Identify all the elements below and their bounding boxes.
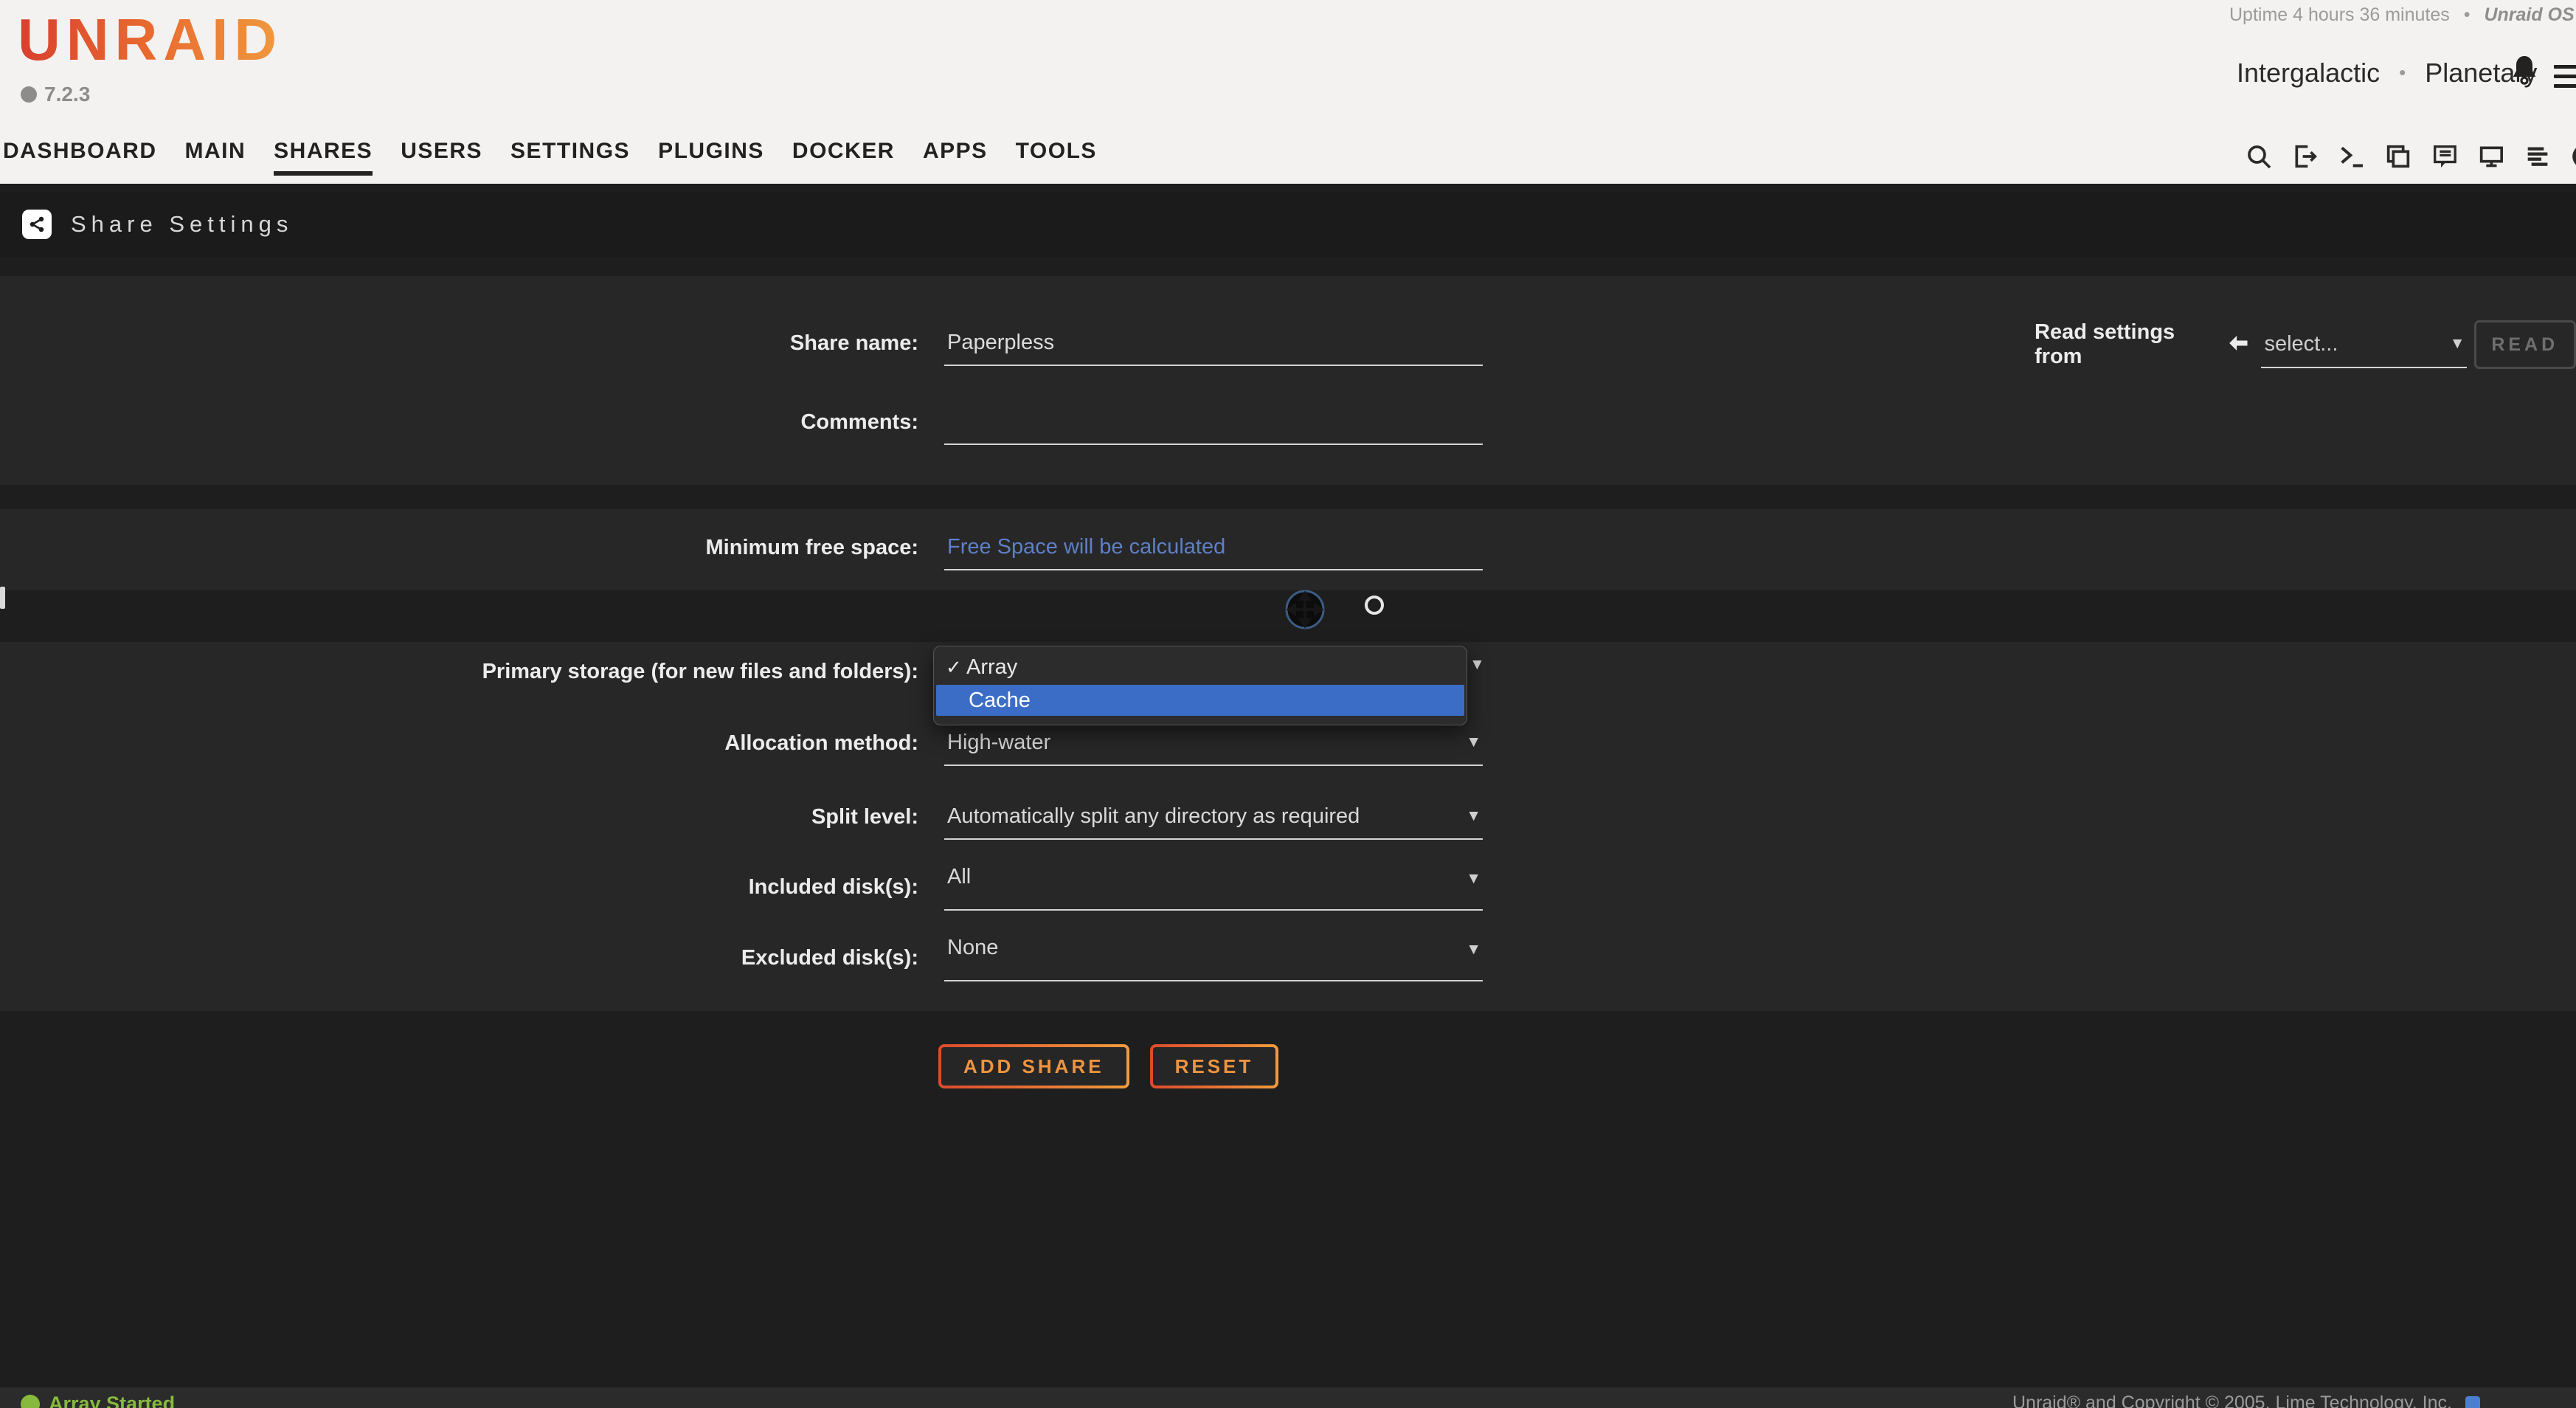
chevron-down-icon: ▼ [2450, 335, 2467, 353]
nav-tools[interactable]: TOOLS [1016, 139, 1097, 176]
primary-storage-label: Primary storage (for new files and folde… [0, 649, 918, 694]
footer: Array Started Unraid® and Copyright © 20… [0, 1387, 2576, 1408]
split-level-label: Split level: [0, 794, 918, 840]
os-edition-text: Unraid OS Starter [2484, 4, 2576, 25]
record-dot-icon [1365, 596, 1384, 615]
separator-dot: • [2399, 61, 2406, 83]
feedback-icon[interactable] [2430, 142, 2459, 171]
check-icon: ✓ [946, 656, 962, 679]
share-name-input[interactable] [944, 320, 1483, 365]
nav-shares[interactable]: SHARES [274, 139, 373, 176]
form-actions: ADD SHARE RESET [938, 1044, 1278, 1088]
row-included-disks: Included disk(s): All ▼ [0, 863, 1520, 911]
reset-button[interactable]: RESET [1150, 1044, 1279, 1088]
allocation-method-label: Allocation method: [0, 720, 918, 766]
option-label: Cache [969, 689, 1031, 713]
included-disks-value: All [944, 865, 1466, 889]
nav-settings[interactable]: SETTINGS [510, 139, 630, 176]
logout-icon[interactable] [2291, 142, 2320, 171]
array-status: Array Started [21, 1393, 175, 1408]
uptime-text: Uptime 4 hours 36 minutes [2229, 4, 2450, 25]
profile-icon[interactable] [2569, 142, 2576, 171]
array-status-text: Array Started [49, 1393, 175, 1408]
page-title: Share Settings [71, 211, 293, 238]
version-badge: 7.2.3 [21, 83, 90, 106]
share-icon [22, 210, 52, 239]
page-content: Share Settings Share name: Read settings… [0, 184, 2576, 1408]
nav-plugins[interactable]: PLUGINS [658, 139, 764, 176]
row-excluded-disks: Excluded disk(s): None ▼ [0, 934, 1520, 981]
split-level-select[interactable]: Automatically split any directory as req… [944, 794, 1483, 840]
read-select-value: select... [2261, 332, 2449, 356]
option-label: Array [966, 655, 1017, 680]
uptime-line: Uptime 4 hours 36 minutes • Unraid OS St… [2229, 4, 2576, 26]
header: UNRAID 7.2.3 Uptime 4 hours 36 minutes •… [0, 0, 2576, 184]
nav-users[interactable]: USERS [401, 139, 482, 176]
unraid-logo[interactable]: UNRAID [18, 6, 283, 74]
dropdown-option-array[interactable]: ✓ Array [934, 652, 1467, 682]
read-settings-cluster: Read settings from select... ▼ READ [2035, 320, 2576, 369]
nav-apps[interactable]: APPS [923, 139, 988, 176]
server-name: Intergalactic [2237, 58, 2380, 88]
move-cursor-icon [1284, 588, 1326, 635]
log-icon[interactable] [2523, 142, 2552, 171]
read-settings-label: Read settings from [2035, 320, 2214, 369]
split-level-value: Automatically split any directory as req… [944, 804, 1466, 829]
row-min-free-space: Minimum free space: [0, 525, 1520, 570]
included-disks-label: Included disk(s): [0, 863, 918, 911]
footer-link-icon[interactable] [2465, 1396, 2480, 1408]
status-dot-icon [21, 1395, 40, 1408]
chevron-down-icon: ▼ [1466, 734, 1483, 751]
version-dot-icon [21, 86, 37, 103]
add-share-button[interactable]: ADD SHARE [938, 1044, 1129, 1088]
main-nav: DASHBOARD MAIN SHARES USERS SETTINGS PLU… [3, 139, 1097, 176]
row-share-name: Share name: [0, 320, 1520, 366]
min-free-space-label: Minimum free space: [0, 525, 918, 570]
separator-dot: • [2464, 4, 2471, 25]
search-icon[interactable] [2244, 142, 2274, 171]
row-split-level: Split level: Automatically split any dir… [0, 794, 1520, 840]
row-comments: Comments: [0, 399, 1520, 445]
row-allocation-method: Allocation method: High-water ▼ [0, 720, 1520, 766]
menu-hamburger-icon[interactable] [2554, 65, 2576, 94]
edge-marker [0, 587, 5, 609]
comments-label: Comments: [0, 399, 918, 445]
allocation-method-value: High-water [944, 731, 1466, 755]
chevron-down-icon: ▼ [1469, 656, 1485, 674]
excluded-disks-value: None [944, 936, 1466, 960]
monitor-icon[interactable] [2476, 142, 2506, 171]
share-name-label: Share name: [0, 320, 918, 366]
included-disks-select[interactable]: All ▼ [944, 863, 1483, 911]
page-titlebar: Share Settings [0, 192, 2576, 257]
version-label: 7.2.3 [44, 83, 90, 106]
section-identity [0, 276, 2576, 485]
copyright-text: Unraid® and Copyright © 2005, Lime Techn… [2012, 1393, 2452, 1408]
nav-docker[interactable]: DOCKER [792, 139, 895, 176]
dropdown-option-cache[interactable]: Cache [936, 685, 1464, 716]
min-free-space-input[interactable] [944, 525, 1483, 569]
chevron-down-icon: ▼ [1466, 870, 1483, 888]
nav-dashboard[interactable]: DASHBOARD [3, 139, 157, 176]
primary-storage-dropdown: ✓ Array Cache [933, 646, 1467, 725]
unraid-webgui: UNRAID 7.2.3 Uptime 4 hours 36 minutes •… [0, 0, 2576, 1408]
copyright: Unraid® and Copyright © 2005, Lime Techn… [2012, 1393, 2480, 1408]
header-toolbar [2244, 142, 2576, 171]
arrow-left-icon [2227, 332, 2249, 358]
chevron-down-icon: ▼ [1466, 807, 1483, 825]
read-button[interactable]: READ [2474, 320, 2576, 369]
read-settings-select[interactable]: select... ▼ [2261, 321, 2466, 368]
nav-main[interactable]: MAIN [185, 139, 246, 176]
server-identity: Intergalactic • Planetary [2237, 58, 2537, 89]
copy-windows-icon[interactable] [2383, 142, 2413, 171]
excluded-disks-select[interactable]: None ▼ [944, 934, 1483, 981]
excluded-disks-label: Excluded disk(s): [0, 934, 918, 981]
allocation-method-select[interactable]: High-water ▼ [944, 720, 1483, 766]
terminal-icon[interactable] [2337, 142, 2366, 171]
chevron-down-icon: ▼ [1466, 941, 1483, 959]
notifications-bell-icon[interactable] [2507, 53, 2542, 92]
comments-input[interactable] [944, 399, 1483, 444]
